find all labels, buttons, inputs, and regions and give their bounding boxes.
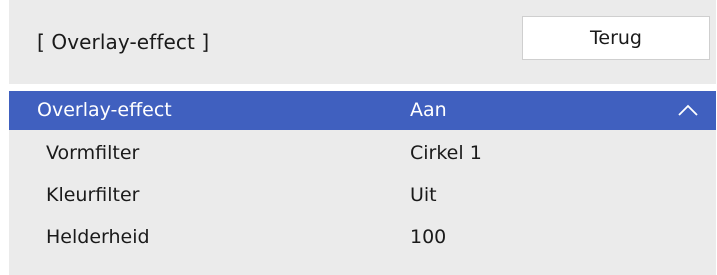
menu-row-value: Aan	[410, 99, 447, 121]
menu-row-label: Vormfilter	[46, 142, 140, 164]
chevron-up-icon[interactable]	[677, 100, 699, 122]
menu-row-label: Kleurfilter	[46, 184, 140, 206]
menu-row-value: Uit	[410, 184, 437, 206]
header-divider	[9, 84, 716, 91]
menu-row-label: Helderheid	[46, 226, 150, 248]
menu-row-kleurfilter[interactable]: Kleurfilter Uit	[9, 176, 716, 215]
menu-row-helderheid[interactable]: Helderheid 100	[9, 218, 716, 257]
settings-panel: [ Overlay-effect ] Terug Overlay-effect …	[9, 0, 716, 275]
menu-row-vormfilter[interactable]: Vormfilter Cirkel 1	[9, 134, 716, 173]
menu-row-overlay-effect[interactable]: Overlay-effect Aan	[9, 91, 716, 130]
menu-row-label: Overlay-effect	[37, 99, 172, 121]
page-title: [ Overlay-effect ]	[37, 30, 210, 54]
menu-row-value: Cirkel 1	[410, 142, 482, 164]
menu-row-value: 100	[410, 226, 447, 248]
back-button[interactable]: Terug	[522, 16, 710, 60]
